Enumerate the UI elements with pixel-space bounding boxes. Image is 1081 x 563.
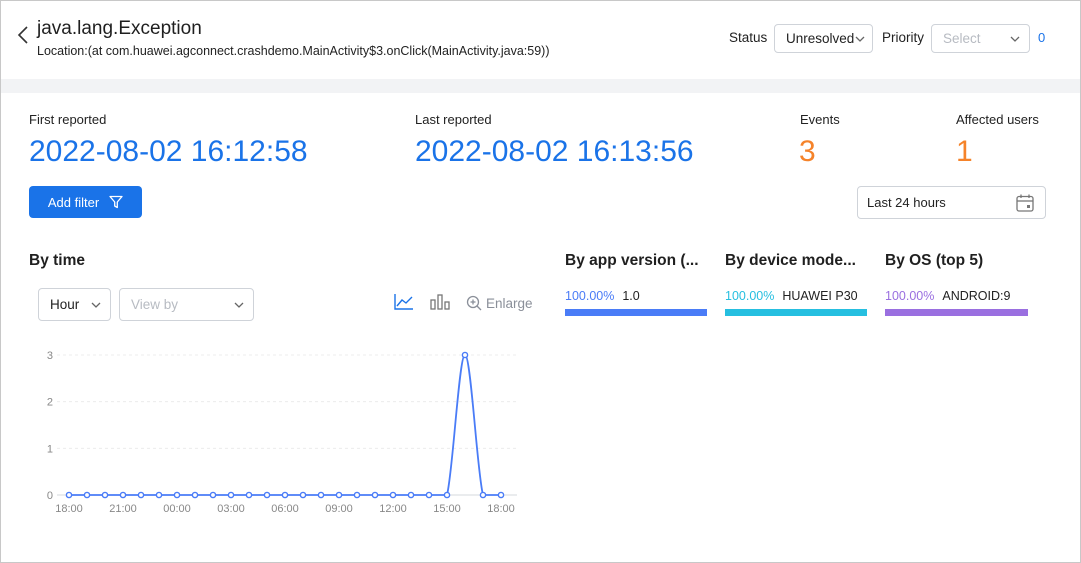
data-point [371,491,379,499]
data-point [335,491,343,499]
os-name: ANDROID:9 [942,289,1011,303]
data-point [101,491,109,499]
data-point [461,351,469,359]
status-select[interactable]: Unresolved [774,24,873,53]
data-point [65,491,73,499]
os-row: 100.00% ANDROID:9 [885,289,1010,303]
by-device-model-title: By device mode... [725,252,856,269]
data-point [191,491,199,499]
events-line-chart: 0 1 2 3 18:00 21:00 00:00 03:00 06:00 09:00 12:00 1… [47,350,517,515]
data-point [425,491,433,499]
priority-select[interactable]: Select [931,24,1030,53]
priority-label: Priority [882,30,925,45]
data-point [227,491,235,499]
granularity-value: Hour [50,297,80,312]
data-point [299,491,307,499]
exception-title: java.lang.Exception [37,18,202,39]
first-reported-label: First reported [29,112,107,127]
events-value: 3 [799,135,816,168]
app-version-bar [565,309,707,316]
os-percent: 100.00% [885,289,935,303]
data-point [407,491,415,499]
view-by-select[interactable]: View by [119,288,254,321]
chevron-down-icon [91,302,101,308]
x-tick-label: 18:00 [487,503,515,515]
data-point [137,491,145,499]
device-model-name: HUAWEI P30 [782,289,858,303]
affected-users-label: Affected users [956,112,1039,127]
app-version-percent: 100.00% [565,289,615,303]
data-point [479,491,487,499]
add-filter-label: Add filter [47,194,100,210]
time-range-value: Last 24 hours [867,195,946,210]
crash-detail-panel: java.lang.Exception Location:(at com.hua… [0,0,1081,563]
last-reported-value: 2022-08-02 16:13:56 [415,135,694,168]
view-by-placeholder: View by [131,297,179,312]
x-tick-label: 21:00 [109,503,137,515]
x-tick-label: 09:00 [325,503,353,515]
series-line [68,354,501,496]
status-value: Unresolved [786,31,855,46]
data-point [353,491,361,499]
x-tick-label: 12:00 [379,503,407,515]
x-tick-label: 18:00 [55,503,83,515]
chevron-down-icon [1010,36,1020,42]
y-tick-label: 1 [47,443,53,455]
data-point [263,491,271,499]
header: java.lang.Exception Location:(at com.hua… [1,1,1080,79]
enlarge-button[interactable]: Enlarge [466,295,533,311]
x-tick-label: 03:00 [217,503,245,515]
y-tick-label: 3 [47,350,53,362]
priority-count[interactable]: 0 [1038,30,1045,45]
app-version-name: 1.0 [622,289,640,303]
y-tick-label: 0 [47,490,53,502]
data-point [155,491,163,499]
data-point [389,491,397,499]
first-reported-value: 2022-08-02 16:12:58 [29,135,308,168]
chevron-down-icon [855,36,865,42]
data-point [245,491,253,499]
x-tick-label: 15:00 [433,503,461,515]
by-time-title: By time [29,252,85,269]
data-point [173,491,181,499]
last-reported-label: Last reported [415,112,492,127]
device-model-row: 100.00% HUAWEI P30 [725,289,858,303]
exception-location: Location:(at com.huawei.agconnect.crashd… [37,44,550,58]
data-point [317,491,325,499]
data-point [209,491,217,499]
y-tick-label: 2 [47,397,53,409]
back-arrow-icon[interactable] [15,25,33,45]
x-tick-label: 00:00 [163,503,191,515]
line-chart-icon[interactable] [394,293,414,311]
bar-chart-icon[interactable] [430,293,450,311]
calendar-icon [1016,194,1034,212]
enlarge-label: Enlarge [486,295,533,311]
status-label: Status [729,30,768,45]
os-bar [885,309,1028,316]
chevron-down-icon [234,302,244,308]
data-point [281,491,289,499]
data-point [119,491,127,499]
add-filter-button[interactable]: Add filter [29,186,142,218]
zoom-in-icon [466,295,482,311]
data-point [83,491,91,499]
filter-icon [109,195,123,209]
by-app-version-title: By app version (... [565,252,699,269]
data-point [443,491,451,499]
priority-placeholder: Select [943,31,981,46]
by-os-title: By OS (top 5) [885,252,984,269]
affected-users-value: 1 [956,135,973,168]
time-range-picker[interactable]: Last 24 hours [857,186,1046,219]
data-point [497,491,505,499]
app-version-row: 100.00% 1.0 [565,289,640,303]
device-model-percent: 100.00% [725,289,775,303]
granularity-select[interactable]: Hour [38,288,111,321]
x-tick-label: 06:00 [271,503,299,515]
device-model-bar [725,309,867,316]
events-label: Events [800,112,840,127]
divider [1,79,1080,93]
